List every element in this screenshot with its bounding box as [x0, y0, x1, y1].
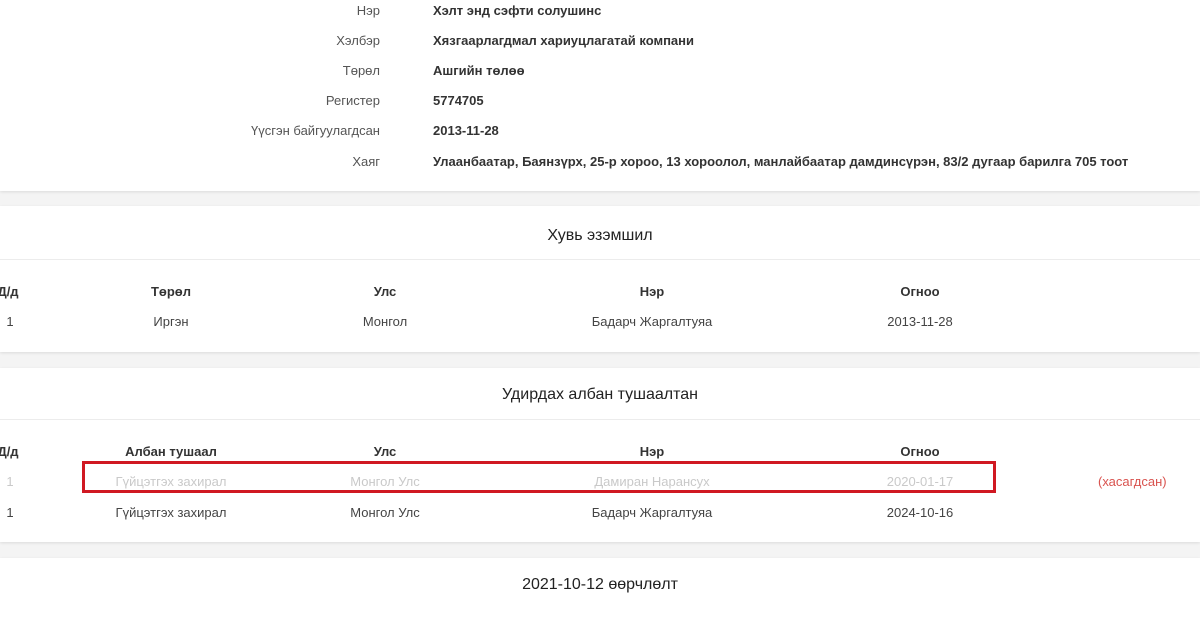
cell-date: 2013-11-28: [887, 314, 953, 329]
column-header-position: Албан тушаал: [125, 444, 217, 459]
info-value: 2013-11-28: [433, 123, 499, 138]
cell-index: 1: [6, 314, 14, 329]
info-label: Хэлбэр: [336, 33, 380, 48]
divider: [0, 259, 1200, 260]
removed-badge: (хасагдсан): [1098, 474, 1167, 489]
section-title: 2021-10-12 өөрчлөлт: [522, 576, 678, 593]
info-label: Регистер: [325, 93, 380, 108]
column-header-index: Д/д: [0, 444, 19, 459]
info-value: Хязгаарлагдмал хариуцлагатай компани: [433, 33, 695, 48]
cell-country: Монгол: [362, 314, 408, 329]
info-row-form: Хэлбэр Хязгаарлагдмал хариуцлагатай комп…: [0, 31, 1200, 51]
info-label: Хаяг: [352, 154, 380, 169]
info-label: Төрөл: [342, 63, 380, 78]
column-header-date: Огноо: [900, 444, 940, 459]
column-header-index: Д/д: [0, 284, 19, 299]
info-value: Хэлт энд сэфти солушинс: [433, 3, 602, 18]
info-label: Үүсгэн байгуулагдсан: [251, 123, 380, 138]
info-row-register: Регистер 5774705: [0, 91, 1200, 111]
cell-index: 1: [6, 474, 14, 489]
info-row-name: Нэр Хэлт энд сэфти солушинс: [0, 1, 1200, 21]
cell-name: Бадарч Жаргалтуяа: [591, 505, 713, 520]
column-header-name: Нэр: [639, 444, 665, 459]
change-card: 2021-10-12 өөрчлөлт: [0, 558, 1200, 618]
cell-country: Монгол Улс: [350, 505, 420, 520]
column-header-date: Огноо: [900, 284, 940, 299]
column-header-country: Улс: [373, 444, 397, 459]
section-title: Удирдах албан тушаалтан: [502, 386, 698, 403]
info-row-type: Төрөл Ашгийн төлөө: [0, 61, 1200, 81]
divider: [0, 419, 1200, 420]
info-value: Улаанбаатар, Баянзүрх, 25-р хороо, 13 хо…: [433, 154, 1129, 169]
section-title: Хувь эзэмшил: [547, 227, 653, 244]
info-row-address: Хаяг Улаанбаатар, Баянзүрх, 25-р хороо, …: [0, 152, 1200, 172]
column-header-name: Нэр: [639, 284, 665, 299]
cell-type: Иргэн: [153, 314, 189, 329]
cell-date: 2024-10-16: [886, 505, 954, 520]
highlight-annotation-box: [82, 461, 996, 493]
cell-name: Бадарч Жаргалтуяа: [591, 314, 713, 329]
column-header-type: Төрөл: [150, 284, 192, 299]
ownership-card: Хувь эзэмшил Д/д Төрөл Улс Нэр Огноо 1 И…: [0, 206, 1200, 352]
info-label: Нэр: [356, 3, 380, 18]
cell-index: 1: [6, 505, 14, 520]
officials-card: Удирдах албан тушаалтан Д/д Албан тушаал…: [0, 368, 1200, 542]
info-row-founded: Үүсгэн байгуулагдсан 2013-11-28: [0, 121, 1200, 141]
column-header-country: Улс: [373, 284, 397, 299]
info-value: 5774705: [433, 93, 484, 108]
company-info-card: Нэр Хэлт энд сэфти солушинс Хэлбэр Хязга…: [0, 0, 1200, 191]
info-value: Ашгийн төлөө: [433, 63, 525, 78]
cell-position: Гүйцэтгэх захирал: [115, 505, 227, 520]
